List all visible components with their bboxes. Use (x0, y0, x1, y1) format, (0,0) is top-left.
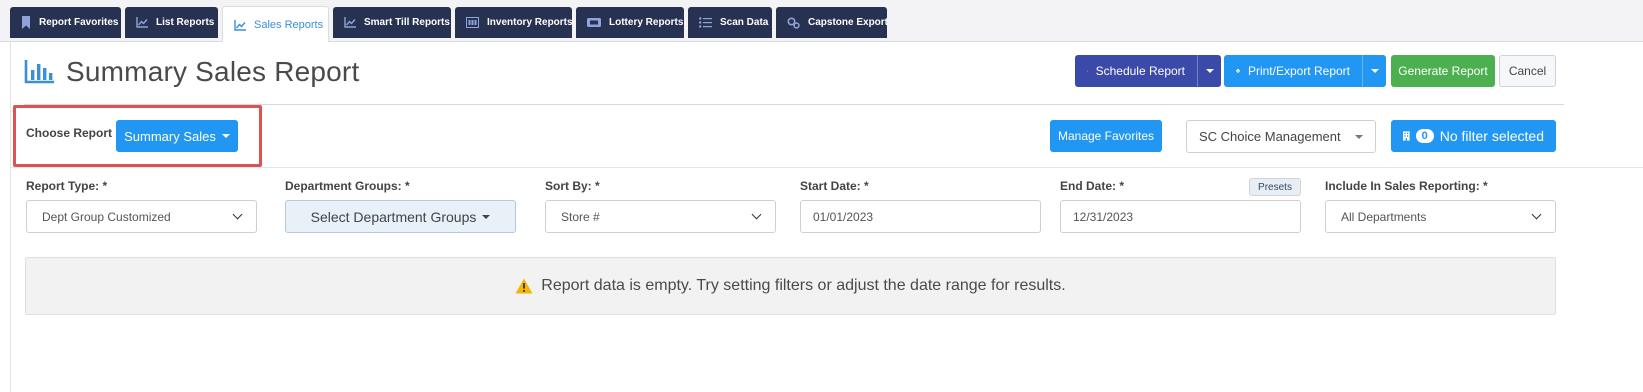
tab-sales-reports[interactable]: Sales Reports (222, 6, 329, 43)
caret-down-icon (1355, 134, 1363, 139)
print-export-label: Print/Export Report (1247, 64, 1350, 78)
department-groups-label: Department Groups: * (285, 179, 410, 193)
chevron-down-icon (1531, 209, 1542, 220)
schedule-report-label: Schedule Report (1095, 64, 1185, 78)
include-sales-select[interactable]: All Departments (1325, 200, 1556, 233)
highlight-annotation-box (13, 105, 262, 167)
cancel-label: Cancel (1508, 64, 1547, 78)
chevron-down-icon (232, 209, 243, 220)
tab-label: Scan Data (720, 17, 769, 28)
report-type-value: Dept Group Customized (42, 209, 171, 224)
tab-list-reports[interactable]: List Reports (125, 7, 218, 38)
sort-by-select[interactable]: Store # (545, 200, 776, 233)
inventory-icon (466, 17, 479, 28)
generate-report-button[interactable]: Generate Report (1391, 55, 1495, 87)
cancel-button[interactable]: Cancel (1499, 55, 1556, 87)
tab-label: Report Favorites (39, 17, 119, 28)
end-date-input[interactable]: 12/31/2023 (1060, 200, 1301, 233)
start-date-value: 01/01/2023 (813, 209, 874, 224)
tab-label: Inventory Reports (487, 17, 573, 28)
report-type-label: Report Type: * (26, 179, 108, 193)
caret-down-icon (1370, 69, 1379, 73)
empty-report-alert: Report data is empty. Try setting filter… (25, 257, 1556, 315)
filter-text: No filter selected (1439, 128, 1544, 144)
chevron-down-icon (751, 209, 762, 220)
tab-report-favorites[interactable]: Report Favorites (10, 7, 121, 38)
tab-label: Capstone Export (808, 17, 889, 28)
ticket-icon (587, 18, 601, 27)
include-sales-label: Include In Sales Reporting: * (1325, 179, 1488, 193)
generate-report-label: Generate Report (1398, 64, 1488, 78)
schedule-report-dropdown-toggle[interactable] (1197, 55, 1221, 87)
tab-label: Smart Till Reports (364, 17, 450, 28)
print-export-button[interactable]: Print/Export Report (1224, 55, 1386, 87)
end-date-label: End Date: * (1060, 179, 1125, 193)
list-icon (699, 17, 712, 28)
tab-scan-data[interactable]: Scan Data (688, 7, 772, 38)
tab-capstone-export[interactable]: Capstone Export (776, 7, 889, 38)
tab-label: Lottery Reports (609, 17, 684, 28)
start-date-label: Start Date: * (800, 179, 869, 193)
presets-button[interactable]: Presets (1249, 178, 1301, 196)
building-icon (1403, 131, 1410, 141)
sort-by-value: Store # (561, 209, 600, 224)
print-export-dropdown-toggle[interactable] (1362, 55, 1386, 87)
report-type-select[interactable]: Dept Group Customized (26, 200, 257, 233)
gears-icon (787, 16, 800, 29)
start-date-input[interactable]: 01/01/2023 (800, 200, 1041, 233)
tab-lottery-reports[interactable]: Lottery Reports (576, 7, 684, 38)
department-groups-value: Select Department Groups (310, 208, 477, 225)
section-divider (11, 167, 1643, 168)
line-chart-icon (234, 19, 246, 31)
warning-icon (515, 278, 533, 294)
presets-label: Presets (1258, 181, 1292, 193)
store-select-value: SC Choice Management (1199, 129, 1341, 144)
tab-inventory-reports[interactable]: Inventory Reports (455, 7, 573, 38)
bar-chart-icon (24, 60, 54, 84)
report-category-tabbar: Report Favorites List Reports Sales Repo… (0, 0, 1643, 43)
include-sales-value: All Departments (1341, 209, 1427, 224)
store-select[interactable]: SC Choice Management (1186, 120, 1376, 153)
tab-smart-till-reports[interactable]: Smart Till Reports (333, 7, 451, 38)
caret-down-icon (1205, 69, 1214, 73)
manage-favorites-button[interactable]: Manage Favorites (1050, 120, 1162, 152)
calendar-icon (1087, 70, 1088, 72)
line-chart-icon (344, 17, 356, 28)
tab-label: Sales Reports (254, 19, 324, 31)
caret-down-icon (482, 214, 491, 219)
page-title-text: Summary Sales Report (66, 56, 360, 87)
line-chart-icon (136, 17, 148, 28)
page-title: Summary Sales Report (24, 56, 359, 88)
printer-icon (1236, 69, 1240, 73)
manage-favorites-label: Manage Favorites (1057, 129, 1155, 143)
empty-report-message: Report data is empty. Try setting filter… (541, 277, 1066, 294)
tab-label: List Reports (156, 17, 215, 28)
bookmark-icon (22, 16, 30, 29)
end-date-value: 12/31/2023 (1073, 209, 1134, 224)
department-groups-dropdown[interactable]: Select Department Groups (285, 200, 516, 233)
filter-button[interactable]: 0 No filter selected (1391, 120, 1556, 152)
report-panel: Summary Sales Report Schedule Report Pri… (10, 42, 1643, 392)
schedule-report-button[interactable]: Schedule Report (1075, 55, 1221, 87)
filter-count-badge: 0 (1415, 129, 1434, 143)
sort-by-label: Sort By: * (545, 179, 600, 193)
